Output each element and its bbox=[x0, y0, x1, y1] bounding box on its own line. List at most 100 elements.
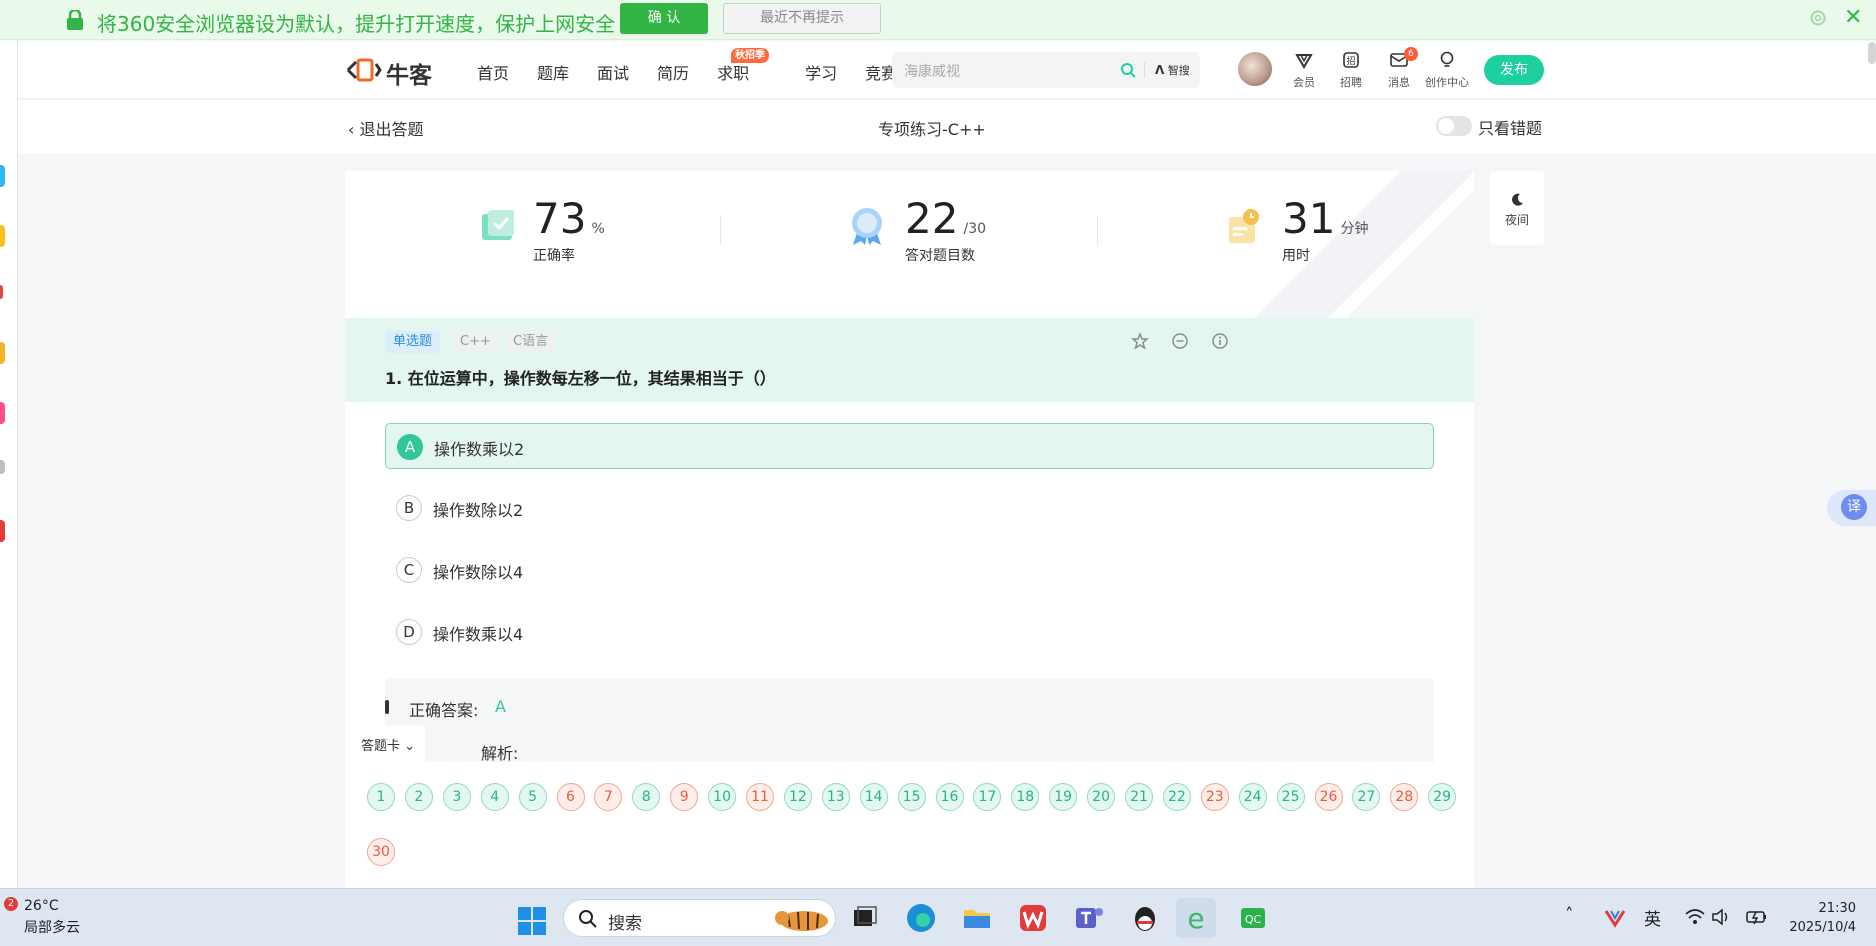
qc-app[interactable]: QC bbox=[1233, 898, 1273, 938]
vip-icon bbox=[1295, 54, 1313, 69]
answer-card-label: 答题卡 bbox=[361, 739, 401, 754]
answer-card-number[interactable]: 5 bbox=[518, 783, 547, 811]
sidebar-app-icon[interactable] bbox=[0, 225, 5, 247]
site-header: 牛客 首页 题库 面试 简历 求职 秋招季 学习 竞赛 海康威视 Λ 智搜 会员 … bbox=[18, 41, 1876, 99]
answer-card-number[interactable]: 1 bbox=[367, 783, 395, 811]
smart-search-button[interactable]: Λ 智搜 bbox=[1144, 62, 1190, 78]
night-mode-button[interactable]: 夜间 bbox=[1490, 171, 1544, 245]
answer-card-number[interactable]: 11 bbox=[746, 783, 774, 811]
minus-circle-icon[interactable] bbox=[1171, 332, 1189, 350]
answer-card-number[interactable]: 18 bbox=[1011, 783, 1040, 811]
option-letter: C bbox=[396, 557, 422, 583]
qq-app[interactable] bbox=[1125, 898, 1165, 938]
sidebar-app-icon[interactable] bbox=[0, 520, 5, 542]
answer-card-number[interactable]: 27 bbox=[1352, 783, 1381, 811]
task-view-app[interactable] bbox=[844, 898, 884, 938]
answer-card-number[interactable]: 10 bbox=[708, 783, 737, 811]
answer-card-number[interactable]: 21 bbox=[1125, 783, 1153, 811]
only-wrong-toggle[interactable] bbox=[1436, 116, 1472, 136]
wps-app[interactable] bbox=[1013, 898, 1053, 938]
answer-card-number[interactable]: 29 bbox=[1428, 783, 1457, 811]
file-explorer-app[interactable] bbox=[957, 898, 997, 938]
scrollbar[interactable] bbox=[1868, 42, 1876, 64]
vip-link[interactable]: 会员 bbox=[1279, 51, 1329, 90]
option-b[interactable]: B 操作数除以2 bbox=[385, 485, 1434, 531]
search-icon[interactable] bbox=[1120, 62, 1136, 78]
menu-item-resume[interactable]: 简历 bbox=[657, 60, 689, 84]
dismiss-button[interactable]: 最近不再提示 bbox=[723, 3, 881, 34]
option-c[interactable]: C 操作数除以4 bbox=[385, 547, 1434, 593]
answer-card-number[interactable]: 4 bbox=[480, 783, 509, 811]
answer-card-number[interactable]: 15 bbox=[897, 783, 926, 811]
menu-item-learn[interactable]: 学习 bbox=[805, 60, 837, 84]
answer-card-number[interactable]: 22 bbox=[1162, 783, 1191, 811]
correct-count-value: 22 bbox=[905, 194, 959, 243]
answer-card-number[interactable]: 9 bbox=[670, 783, 699, 811]
wifi-icon[interactable] bbox=[1684, 907, 1706, 927]
sidebar-app-icon[interactable] bbox=[0, 460, 5, 474]
answer-card-number[interactable]: 23 bbox=[1200, 783, 1229, 811]
taskbar-search[interactable]: 搜索 bbox=[563, 899, 836, 937]
ime-indicator[interactable]: 英 bbox=[1644, 905, 1661, 930]
sidebar-app-icon[interactable] bbox=[0, 165, 5, 187]
system-clock[interactable]: 21:30 2025/10/4 bbox=[1786, 899, 1856, 937]
answer-card-number[interactable]: 28 bbox=[1390, 783, 1419, 811]
option-a[interactable]: A 操作数乘以2 bbox=[385, 423, 1434, 469]
recruit-link[interactable]: 招 招聘 bbox=[1326, 51, 1376, 90]
battery-icon[interactable] bbox=[1745, 907, 1769, 927]
logo-icon bbox=[346, 58, 382, 82]
answer-card-number[interactable]: 26 bbox=[1314, 783, 1343, 811]
tiger-icon bbox=[775, 911, 828, 931]
menu-item-jobs[interactable]: 求职 秋招季 bbox=[717, 48, 777, 84]
confirm-button[interactable]: 确 认 bbox=[620, 3, 708, 34]
menu-item-interview[interactable]: 面试 bbox=[597, 60, 629, 84]
messages-link[interactable]: 6 消息 bbox=[1374, 47, 1424, 90]
divider bbox=[720, 215, 721, 245]
sidebar-app-icon[interactable] bbox=[0, 402, 5, 424]
answer-card-number[interactable]: 6 bbox=[556, 783, 585, 811]
windows-start-icon[interactable] bbox=[517, 906, 547, 936]
answer-card-number[interactable]: 19 bbox=[1049, 783, 1078, 811]
edge-app[interactable] bbox=[901, 898, 941, 938]
star-icon[interactable] bbox=[1131, 332, 1149, 350]
answer-card-number[interactable]: 2 bbox=[404, 783, 433, 811]
menu-item-home[interactable]: 首页 bbox=[477, 60, 509, 84]
answer-card-toggle[interactable]: 答题卡 ⌄ bbox=[345, 725, 425, 763]
topic-tag[interactable]: C语言 bbox=[505, 331, 557, 353]
answer-card-number[interactable]: 17 bbox=[973, 783, 1002, 811]
answer-card-number[interactable]: 20 bbox=[1087, 783, 1116, 811]
answer-card-number[interactable]: 30 bbox=[367, 838, 395, 866]
answer-card-number[interactable]: 16 bbox=[935, 783, 964, 811]
volume-icon[interactable] bbox=[1710, 907, 1732, 927]
topic-tag[interactable]: C++ bbox=[452, 331, 499, 353]
left-sidebar-strip bbox=[0, 40, 18, 888]
search-input[interactable]: 海康威视 Λ 智搜 bbox=[892, 52, 1200, 88]
answer-card-number[interactable]: 8 bbox=[632, 783, 661, 811]
info-icon[interactable] bbox=[1211, 332, 1229, 350]
answer-card-number[interactable]: 13 bbox=[821, 783, 850, 811]
answer-card-number[interactable]: 3 bbox=[442, 783, 471, 811]
answer-card-number[interactable]: 25 bbox=[1276, 783, 1305, 811]
answer-card-number[interactable]: 7 bbox=[594, 783, 623, 811]
exit-quiz-button[interactable]: ‹ 退出答题 bbox=[348, 116, 424, 140]
divider bbox=[1097, 215, 1098, 245]
translate-button[interactable]: 译 bbox=[1827, 490, 1876, 526]
option-d[interactable]: D 操作数乘以4 bbox=[385, 609, 1434, 655]
creator-center-link[interactable]: 创作中心 bbox=[1422, 51, 1472, 90]
publish-button[interactable]: 发布 bbox=[1484, 55, 1544, 85]
close-banner-button[interactable]: ✕ bbox=[1844, 6, 1862, 30]
menu-item-question-bank[interactable]: 题库 bbox=[537, 60, 569, 84]
ie-browser-app[interactable]: e bbox=[1176, 898, 1216, 938]
teams-app[interactable] bbox=[1069, 898, 1109, 938]
answer-card-number[interactable]: 14 bbox=[859, 783, 888, 811]
avatar[interactable] bbox=[1238, 52, 1272, 86]
security-tray-icon[interactable] bbox=[1604, 907, 1626, 929]
sidebar-app-icon[interactable] bbox=[0, 342, 5, 364]
sidebar-app-icon[interactable] bbox=[0, 285, 3, 299]
answer-card-number[interactable]: 12 bbox=[783, 783, 812, 811]
answer-card-number[interactable]: 24 bbox=[1238, 783, 1267, 811]
gear-icon[interactable] bbox=[1808, 8, 1828, 28]
practice-subheader: ‹ 退出答题 专项练习-C++ 只看错题 bbox=[18, 100, 1876, 154]
chevron-up-icon[interactable]: ˄ bbox=[1565, 905, 1574, 925]
nowcoder-logo[interactable]: 牛客 bbox=[346, 56, 432, 89]
